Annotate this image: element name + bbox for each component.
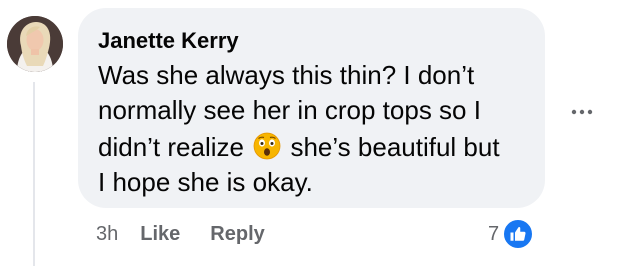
comment-item: Janette Kerry Was she always this thin? …: [0, 0, 634, 266]
like-button[interactable]: Like: [140, 223, 180, 246]
reply-button[interactable]: Reply: [210, 223, 264, 246]
thread-line: [33, 82, 35, 266]
comment-bubble: Janette Kerry Was she always this thin? …: [78, 8, 545, 208]
astonished-face-emoji: [253, 132, 281, 160]
comment-line-3: didn’t realize she’s beautiful but: [98, 128, 538, 165]
thumbs-up-icon: [502, 218, 535, 250]
comment-text: Was she always this thin? I don’t normal…: [98, 58, 538, 200]
reaction-count: 7: [488, 222, 500, 245]
comment-line-4: I hope she is okay.: [98, 167, 313, 197]
comment-line-2: normally see her in crop tops so I: [98, 95, 481, 125]
timestamp[interactable]: 3h: [96, 223, 118, 246]
author-name[interactable]: Janette Kerry: [98, 28, 239, 54]
avatar[interactable]: [7, 16, 63, 72]
comment-line-3-end: she’s beautiful but: [290, 132, 500, 162]
reaction-summary[interactable]: 7: [488, 218, 535, 250]
comment-line-3-start: didn’t realize: [98, 132, 244, 162]
comment-actions: 3h Like Reply: [96, 220, 265, 248]
comment-line-1: Was she always this thin? I don’t: [98, 60, 475, 90]
ellipsis-icon[interactable]: [570, 100, 594, 124]
